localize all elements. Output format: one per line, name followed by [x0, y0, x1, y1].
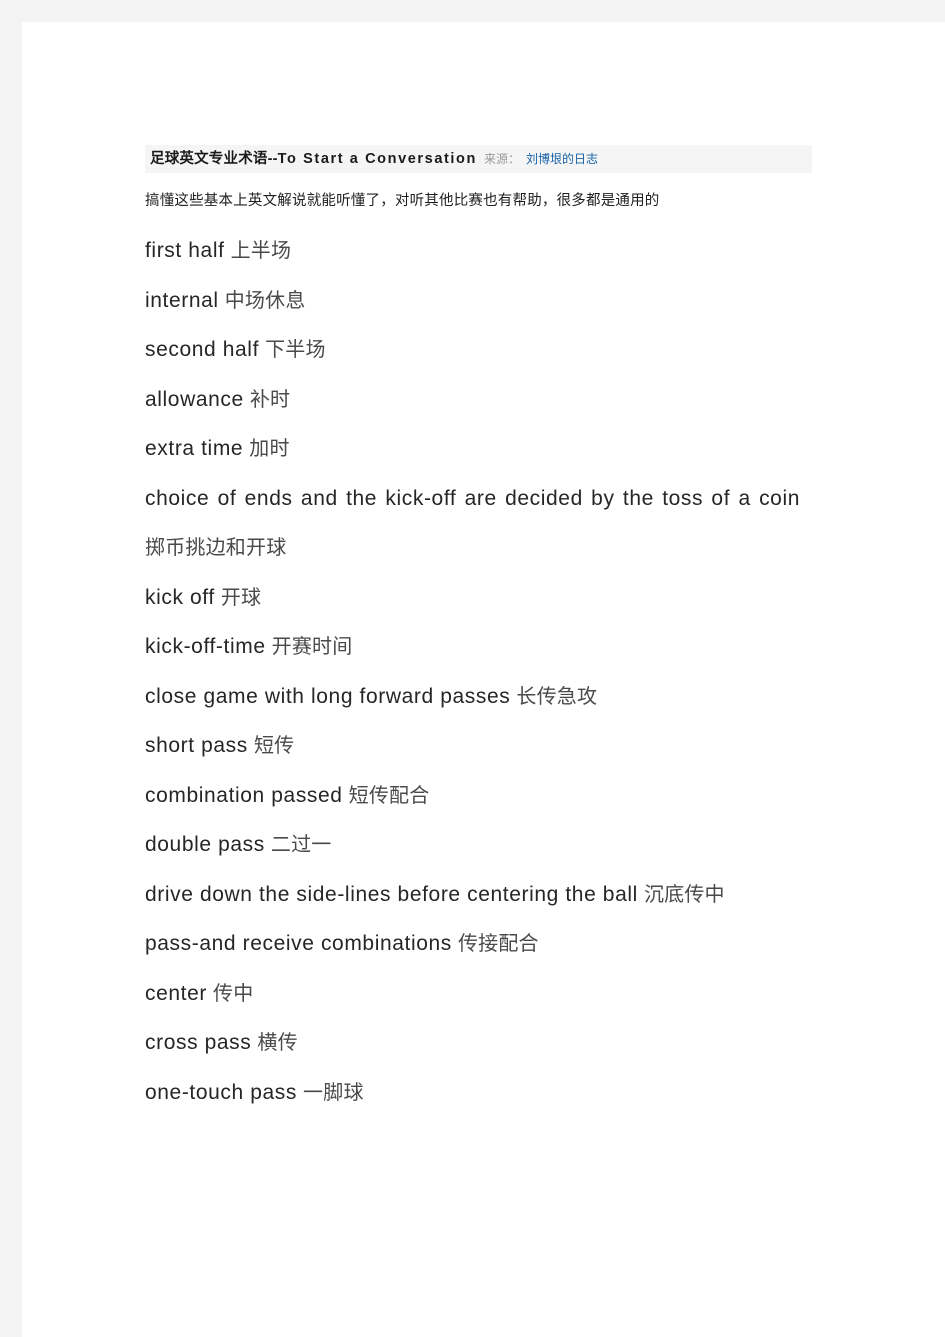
page-title: 足球英文专业术语--To Start a Conversation: [150, 151, 477, 167]
term-chinese: 开球: [220, 584, 262, 609]
term-chinese: 掷币挑边和开球: [145, 535, 287, 559]
term-chinese: 加时: [249, 436, 290, 460]
term-chinese: 横传: [257, 1030, 298, 1054]
term-english: one-touch pass: [145, 1080, 297, 1104]
page-frame: 足球英文专业术语--To Start a Conversation 来源： 刘博垠的…: [0, 0, 945, 1337]
term-chinese: 中场休息: [224, 287, 306, 312]
term-chinese: 传中: [213, 980, 254, 1005]
term-english: pass-and receive combinations: [145, 932, 452, 955]
term-chinese: 补时: [249, 386, 291, 411]
title-en: To Start a Conversation: [277, 151, 477, 167]
term-english: choice of ends and the kick-off are deci…: [145, 486, 800, 510]
term-english: extra time: [145, 437, 244, 460]
page-sheet: 足球英文专业术语--To Start a Conversation 来源： 刘博垠的…: [22, 22, 945, 1337]
term-line: one-touch pass 一脚球: [145, 1068, 800, 1118]
term-english: drive down the side-lines before centeri…: [145, 882, 638, 906]
term-line: pass-and receive combinations 传接配合: [145, 919, 800, 969]
term-line: double pass 二过一: [145, 820, 800, 870]
term-line: combination passed 短传配合: [145, 771, 800, 821]
term-english: internal: [145, 288, 219, 312]
term-english: cross pass: [145, 1031, 252, 1054]
term-chinese: 下半场: [265, 337, 326, 361]
term-line: cross pass 横传: [145, 1018, 800, 1068]
term-english: short pass: [145, 734, 248, 757]
document-content: 足球英文专业术语--To Start a Conversation 来源： 刘博垠的…: [145, 145, 812, 1117]
term-line: drive down the side-lines before centeri…: [145, 870, 800, 920]
term-line: internal 中场休息: [145, 276, 800, 326]
term-chinese: 短传配合: [348, 782, 430, 807]
source-link[interactable]: 刘博垠的日志: [526, 152, 598, 166]
intro-paragraph: 搞懂这些基本上英文解说就能听懂了，对听其他比赛也有帮助，很多都是通用的: [145, 193, 660, 209]
term-line: first half 上半场: [145, 226, 800, 276]
term-english: kick off: [145, 585, 215, 609]
term-line: short pass 短传: [145, 721, 800, 771]
term-chinese: 传接配合: [457, 931, 539, 955]
term-english: combination passed: [145, 783, 343, 807]
term-english: allowance: [145, 387, 244, 411]
term-line: allowance 补时: [145, 375, 800, 425]
term-chinese: 开赛时间: [271, 634, 353, 658]
term-line: kick off 开球: [145, 573, 800, 623]
term-line: second half 下半场: [145, 325, 800, 375]
term-chinese: 沉底传中: [643, 881, 725, 906]
source-label: 来源：: [483, 152, 520, 166]
term-line: close game with long forward passes 长传急攻: [145, 672, 800, 722]
term-chinese: 长传急攻: [516, 683, 598, 708]
term-english: double pass: [145, 833, 265, 856]
term-list: first half 上半场 internal 中场休息 second half 下…: [145, 226, 800, 1117]
article-title-bar: 足球英文专业术语--To Start a Conversation 来源： 刘博垠的…: [145, 145, 812, 173]
term-english: first half: [145, 239, 225, 262]
term-english: second half: [145, 338, 260, 361]
term-line: choice of ends and the kick-off are deci…: [145, 474, 800, 573]
term-line: extra time 加时: [145, 424, 800, 474]
term-chinese: 一脚球: [303, 1079, 364, 1104]
title-zh: 足球英文专业术语: [150, 151, 268, 167]
term-chinese: 短传: [253, 733, 295, 757]
term-english: kick-off-time: [145, 635, 266, 658]
term-english: center: [145, 981, 207, 1005]
term-chinese: 二过一: [270, 832, 332, 856]
term-english: close game with long forward passes: [145, 684, 511, 708]
title-separator: --: [267, 151, 278, 167]
term-line: kick-off-time 开赛时间: [145, 622, 800, 672]
term-chinese: 上半场: [230, 238, 292, 262]
term-line: center 传中: [145, 969, 800, 1019]
